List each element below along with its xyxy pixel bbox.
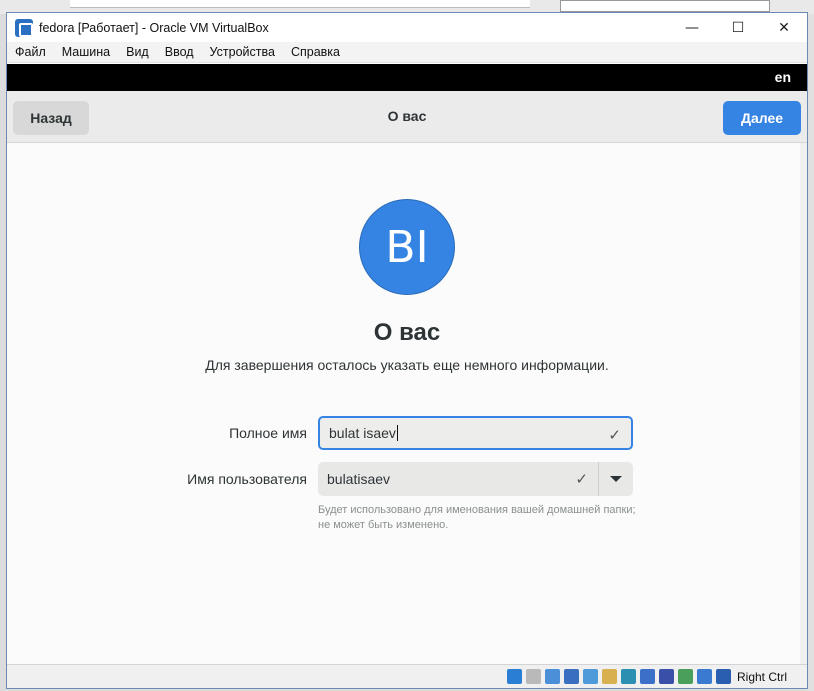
menu-bar: Файл Машина Вид Ввод Устройства Справка xyxy=(7,42,807,63)
chevron-down-icon xyxy=(610,476,622,482)
full-name-field[interactable]: bulat isaev ✓ xyxy=(318,416,633,450)
next-button[interactable]: Далее xyxy=(723,101,801,135)
username-field[interactable]: bulatisaev ✓ xyxy=(318,462,598,496)
status-bar: Right Ctrl xyxy=(7,664,807,688)
scrollbar[interactable] xyxy=(800,143,807,664)
display-icon[interactable] xyxy=(620,669,636,684)
full-name-value: bulat isaev xyxy=(329,425,396,441)
virtualbox-app-icon xyxy=(15,18,33,37)
maximize-button[interactable]: ☐ xyxy=(715,13,761,42)
usb-icon[interactable] xyxy=(582,669,598,684)
username-hint: Будет использовано для именования вашей … xyxy=(318,504,636,531)
menu-help[interactable]: Справка xyxy=(291,45,340,59)
cpu-icon[interactable] xyxy=(658,669,674,684)
shared-folders-icon[interactable] xyxy=(601,669,617,684)
checkmark-icon: ✓ xyxy=(608,426,621,444)
network-icon[interactable] xyxy=(563,669,579,684)
optical-drive-icon[interactable] xyxy=(525,669,541,684)
audio-icon[interactable] xyxy=(544,669,560,684)
header-title: О вас xyxy=(387,108,427,124)
video-capture-icon[interactable] xyxy=(639,669,655,684)
menu-file[interactable]: Файл xyxy=(15,45,46,59)
username-dropdown-button[interactable] xyxy=(598,462,633,496)
close-button[interactable]: ✕ xyxy=(761,13,807,42)
minimize-button[interactable]: — xyxy=(669,13,715,42)
page-title: О вас xyxy=(373,319,441,346)
gnome-top-bar: en xyxy=(7,64,807,91)
menu-devices[interactable]: Устройства xyxy=(210,45,275,59)
full-name-label: Полное имя xyxy=(229,425,307,441)
keyboard-capture-icon[interactable] xyxy=(715,669,731,684)
about-you-page: BI О вас Для завершения осталось указать… xyxy=(7,143,807,664)
hard-disk-icon[interactable] xyxy=(506,669,522,684)
user-avatar[interactable]: BI xyxy=(359,199,455,295)
page-subtitle: Для завершения осталось указать еще немн… xyxy=(205,357,609,373)
background-window-fragment xyxy=(560,0,770,12)
guest-screen: en Назад О вас Далее BI О вас Для заверш… xyxy=(7,64,807,664)
username-label: Имя пользователя xyxy=(187,471,307,487)
menu-view[interactable]: Вид xyxy=(126,45,149,59)
setup-header-bar: Назад О вас Далее xyxy=(7,91,807,143)
menu-input[interactable]: Ввод xyxy=(165,45,194,59)
username-value: bulatisaev xyxy=(327,471,391,487)
background-window-fragment xyxy=(70,0,530,8)
checkmark-icon: ✓ xyxy=(575,470,588,488)
mouse-integration-icon[interactable] xyxy=(696,669,712,684)
language-indicator[interactable]: en xyxy=(775,69,791,85)
window-title: fedora [Работает] - Oracle VM VirtualBox xyxy=(39,20,269,35)
guest-additions-icon[interactable] xyxy=(677,669,693,684)
host-key-label: Right Ctrl xyxy=(736,669,787,684)
text-cursor xyxy=(396,425,398,441)
virtualbox-window: fedora [Работает] - Oracle VM VirtualBox… xyxy=(6,12,808,689)
menu-machine[interactable]: Машина xyxy=(62,45,110,59)
title-bar[interactable]: fedora [Работает] - Oracle VM VirtualBox… xyxy=(7,13,807,42)
